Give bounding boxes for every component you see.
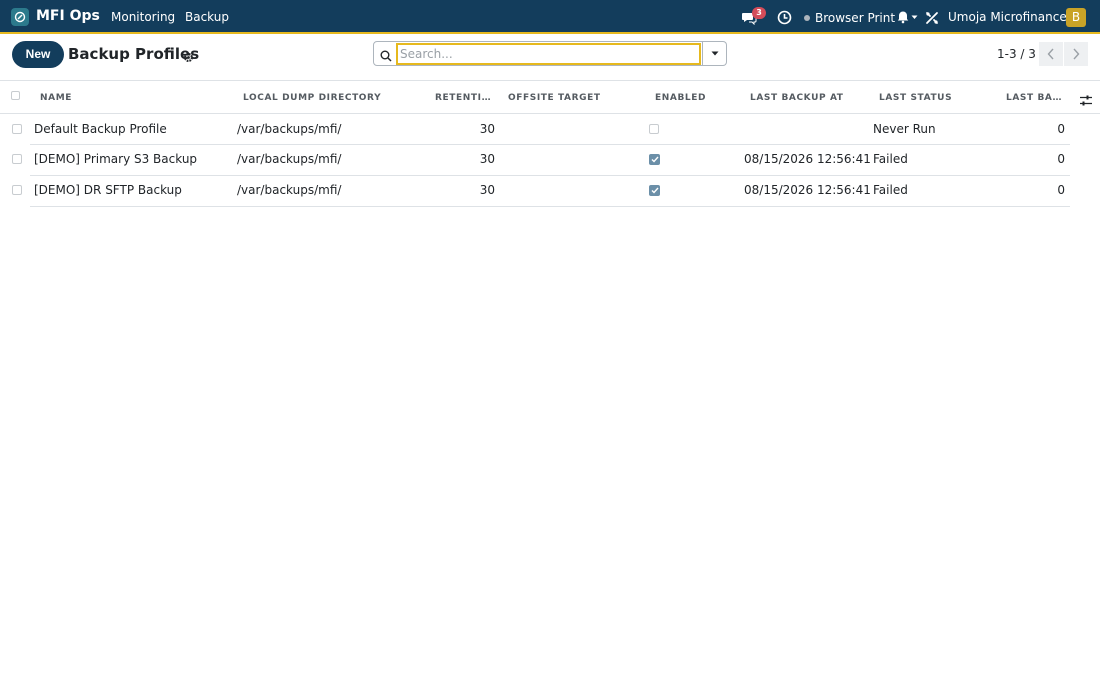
column-header-enabled[interactable]: ENABLED — [655, 93, 706, 103]
status-dot-icon — [804, 15, 810, 21]
cell-dump-directory: /var/backups/mfi/ — [237, 152, 342, 166]
column-header-last-status[interactable]: LAST STATUS — [879, 93, 952, 103]
pager-next-button[interactable] — [1064, 42, 1088, 66]
new-button[interactable]: New — [12, 41, 64, 68]
cell-name: Default Backup Profile — [34, 122, 167, 136]
table-row[interactable]: [DEMO] DR SFTP Backup /var/backups/mfi/ … — [0, 176, 1100, 207]
table-row[interactable]: Default Backup Profile /var/backups/mfi/… — [0, 114, 1100, 145]
column-header-last-backup-at[interactable]: LAST BACKUP AT — [750, 93, 844, 103]
cell-dump-directory: /var/backups/mfi/ — [237, 183, 342, 197]
column-header-offsite-target[interactable]: OFFSITE TARGET — [508, 93, 601, 103]
cell-retention: 30 — [479, 152, 495, 166]
search-options-toggle[interactable] — [703, 41, 727, 66]
cell-name: [DEMO] DR SFTP Backup — [34, 183, 182, 197]
table-row[interactable]: [DEMO] Primary S3 Backup /var/backups/mf… — [0, 145, 1100, 176]
browser-print-status[interactable]: Browser Print — [804, 11, 895, 25]
chevron-right-icon — [1073, 48, 1080, 60]
cell-dump-directory: /var/backups/mfi/ — [237, 122, 342, 136]
cell-last-status: Never Run — [873, 122, 936, 136]
row-checkbox[interactable] — [12, 124, 22, 134]
cell-name: [DEMO] Primary S3 Backup — [34, 152, 198, 166]
row-checkbox[interactable] — [12, 185, 22, 195]
page-title: Backup Profiles — [68, 45, 200, 63]
search-icon — [380, 47, 392, 66]
gear-icon[interactable] — [183, 48, 194, 67]
cell-last-status: Failed — [873, 183, 908, 197]
cell-last-status: Failed — [873, 152, 908, 166]
search-input[interactable] — [396, 43, 701, 65]
checkmark-icon — [651, 156, 659, 163]
debug-tools-icon[interactable] — [925, 10, 939, 29]
pager-previous-button[interactable] — [1039, 42, 1063, 66]
caret-down-icon — [711, 51, 718, 56]
cell-retention: 30 — [479, 183, 495, 197]
company-switcher[interactable]: Umoja Microfinance — [948, 10, 1067, 24]
checkmark-icon — [651, 187, 659, 194]
top-navbar: MFI Ops Monitoring Backup 3 Browser Prin… — [0, 0, 1100, 34]
user-avatar[interactable]: B — [1066, 8, 1086, 27]
pager-value[interactable]: 1-3 / 3 — [997, 47, 1036, 61]
search-bar — [373, 41, 703, 66]
cell-last-ba: 0 — [1057, 152, 1065, 166]
browser-print-label: Browser Print — [815, 11, 896, 25]
column-header-local-dump-directory[interactable]: LOCAL DUMP DIRECTORY — [243, 93, 381, 103]
cell-last-ba: 0 — [1057, 183, 1065, 197]
column-header-retention[interactable]: RETENTI… — [435, 93, 491, 103]
app-logo-icon[interactable] — [11, 8, 29, 26]
menu-backup[interactable]: Backup — [185, 10, 229, 24]
cell-last-ba: 0 — [1057, 122, 1065, 136]
optional-columns-toggle-icon[interactable] — [1080, 91, 1092, 110]
cell-last-backup-at: 08/15/2026 12:56:41 — [744, 183, 871, 197]
enabled-checkbox-checked — [649, 154, 660, 165]
enabled-checkbox-checked — [649, 185, 660, 196]
column-header-last-ba[interactable]: LAST BA… — [1006, 93, 1062, 103]
app-name[interactable]: MFI Ops — [36, 8, 100, 24]
select-all-checkbox[interactable] — [11, 91, 20, 100]
notification-bell-icon[interactable] — [896, 10, 918, 24]
row-divider — [30, 206, 1070, 207]
activity-clock-icon[interactable] — [777, 10, 792, 29]
chevron-left-icon — [1047, 48, 1054, 60]
menu-monitoring[interactable]: Monitoring — [111, 10, 175, 24]
enabled-checkbox — [649, 124, 659, 134]
cell-last-backup-at: 08/15/2026 12:56:41 — [744, 152, 871, 166]
table-header: NAME LOCAL DUMP DIRECTORY RETENTI… OFFSI… — [0, 81, 1100, 114]
column-header-name[interactable]: NAME — [40, 93, 72, 103]
row-checkbox[interactable] — [12, 154, 22, 164]
cell-retention: 30 — [479, 122, 495, 136]
chat-count-badge: 3 — [752, 7, 766, 19]
